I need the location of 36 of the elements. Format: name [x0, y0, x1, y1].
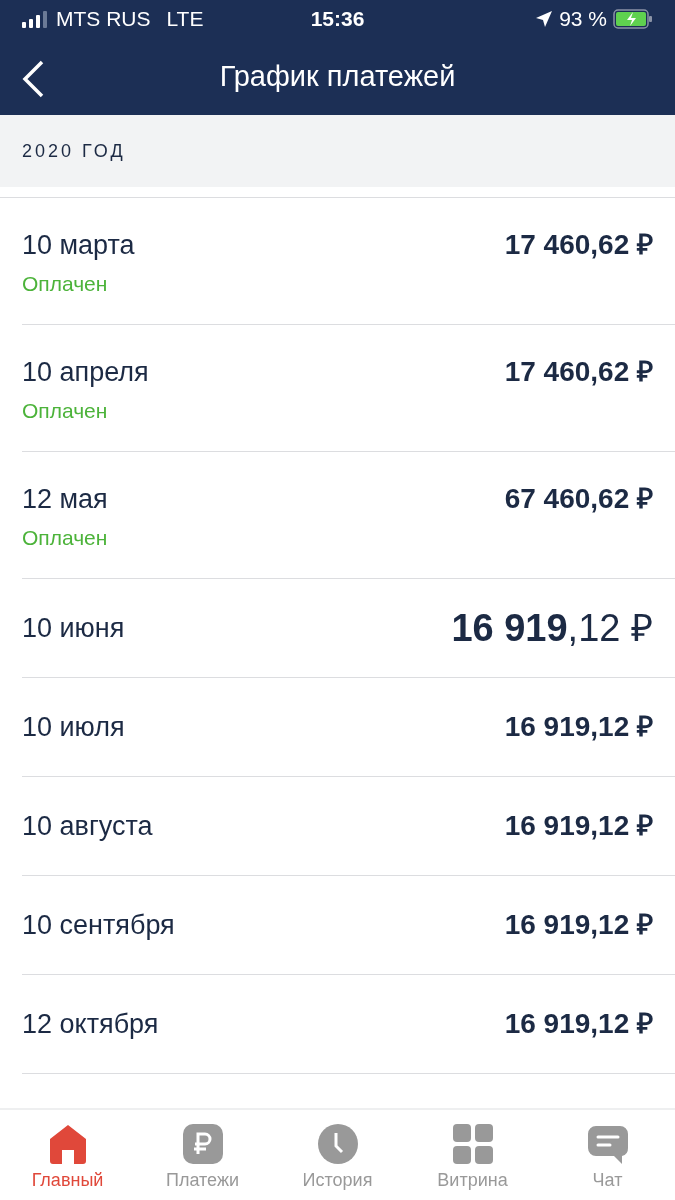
payment-amount: 16 919,12 ₽ — [504, 1007, 653, 1041]
page-title: График платежей — [219, 60, 456, 93]
tab-item[interactable]: Главный — [0, 1110, 135, 1200]
year-label: 2020 ГОД — [22, 140, 126, 162]
payment-status: Оплачен — [22, 526, 108, 550]
tab-item[interactable]: Платежи — [135, 1110, 270, 1200]
payment-amount: 16 919,12 ₽ — [504, 710, 653, 744]
tab-item[interactable]: История — [270, 1110, 405, 1200]
ruble-icon — [180, 1122, 225, 1166]
payment-amount: 16 919,12 ₽ — [504, 809, 653, 843]
payment-status: Оплачен — [22, 272, 109, 296]
payment-amount: 67 460,62 ₽ — [504, 482, 653, 516]
payment-date: 10 июля — [22, 711, 125, 744]
payment-date: 12 мая — [22, 483, 108, 516]
payment-date: 10 июня — [22, 612, 125, 645]
battery-icon — [613, 9, 653, 29]
signal-icon — [22, 10, 48, 28]
network-type: LTE — [166, 7, 204, 31]
payment-date: 10 марта — [22, 229, 135, 262]
clock-time: 15:36 — [310, 7, 365, 31]
tab-item[interactable]: Чат — [540, 1110, 675, 1200]
battery-percent: 93 % — [559, 7, 607, 31]
tab-item[interactable]: Витрина — [405, 1110, 540, 1200]
location-icon — [535, 10, 554, 28]
payment-date: 12 октября — [22, 1008, 159, 1041]
payment-amount: 16 919,12 ₽ — [504, 908, 653, 942]
payment-status: Оплачен — [22, 399, 109, 423]
payment-date: 10 сентября — [22, 909, 175, 942]
carrier-name: MTS RUS — [56, 7, 151, 31]
payment-date: 10 апреля — [22, 356, 149, 389]
payment-date: 10 августа — [22, 810, 153, 843]
payment-amount: 17 460,62 ₽ — [504, 228, 653, 262]
payment-amount: 17 460,62 ₽ — [504, 355, 653, 389]
grid-icon — [450, 1122, 495, 1166]
clock-icon — [315, 1122, 360, 1166]
payment-amount: 16 919,12 ₽ — [451, 611, 653, 645]
